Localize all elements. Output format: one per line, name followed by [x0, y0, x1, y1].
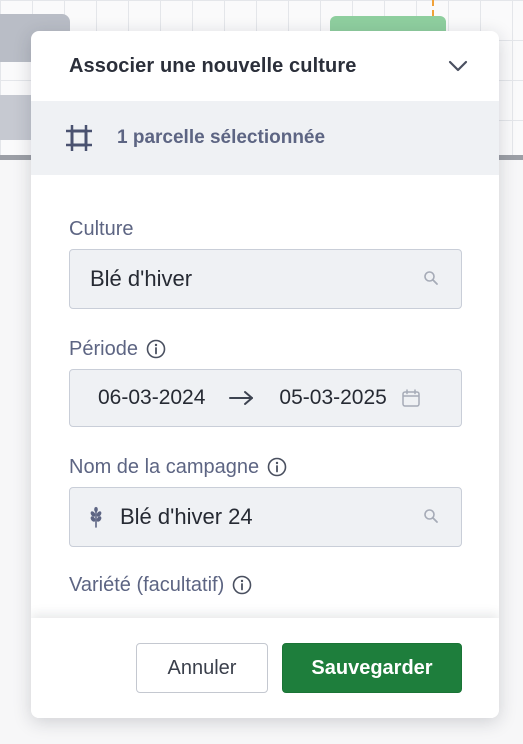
associate-culture-panel: Associer une nouvelle culture 1 parcelle… [31, 31, 499, 718]
save-button[interactable]: Sauvegarder [282, 643, 462, 693]
period-start-date[interactable]: 06-03-2024 [98, 386, 205, 410]
campaign-input[interactable]: Blé d'hiver 24 [69, 487, 462, 547]
info-icon[interactable] [232, 575, 252, 595]
background-today-marker [432, 0, 434, 16]
parcel-select-icon [65, 124, 93, 152]
info-icon[interactable] [267, 457, 287, 477]
campaign-value: Blé d'hiver 24 [120, 504, 253, 529]
search-icon [423, 508, 441, 526]
panel-title: Associer une nouvelle culture [69, 54, 357, 77]
culture-label: Culture [69, 217, 134, 240]
culture-input[interactable]: Blé d'hiver [69, 249, 462, 309]
campaign-field: Nom de la campagne Blé d'hiver 24 [69, 455, 462, 547]
arrow-right-icon [229, 390, 255, 406]
culture-value: Blé d'hiver [90, 266, 193, 291]
culture-form: Culture Blé d'hiver Période 06-03-2024 0… [31, 175, 499, 597]
wheat-icon [88, 506, 104, 528]
info-icon[interactable] [146, 339, 166, 359]
variety-label: Variété (facultatif) [69, 573, 225, 596]
period-end-date[interactable]: 05-03-2025 [279, 386, 386, 410]
selection-summary: 1 parcelle sélectionnée [31, 101, 499, 175]
period-range-picker[interactable]: 06-03-2024 05-03-2025 [69, 369, 462, 427]
calendar-icon [401, 388, 421, 408]
campaign-label-row: Nom de la campagne [69, 455, 462, 479]
campaign-label: Nom de la campagne [69, 455, 260, 478]
panel-header: Associer une nouvelle culture [31, 31, 499, 101]
search-icon [423, 270, 441, 288]
panel-footer: Annuler Sauvegarder [31, 618, 499, 718]
period-label: Période [69, 337, 138, 360]
period-field: Période 06-03-2024 05-03-2025 [69, 337, 462, 427]
culture-field: Culture Blé d'hiver [69, 217, 462, 309]
variety-label-row: Variété (facultatif) [69, 573, 462, 597]
chevron-down-icon[interactable] [447, 55, 469, 77]
cancel-button[interactable]: Annuler [136, 643, 268, 693]
selection-text: 1 parcelle sélectionnée [117, 127, 326, 148]
period-label-row: Période [69, 337, 462, 361]
